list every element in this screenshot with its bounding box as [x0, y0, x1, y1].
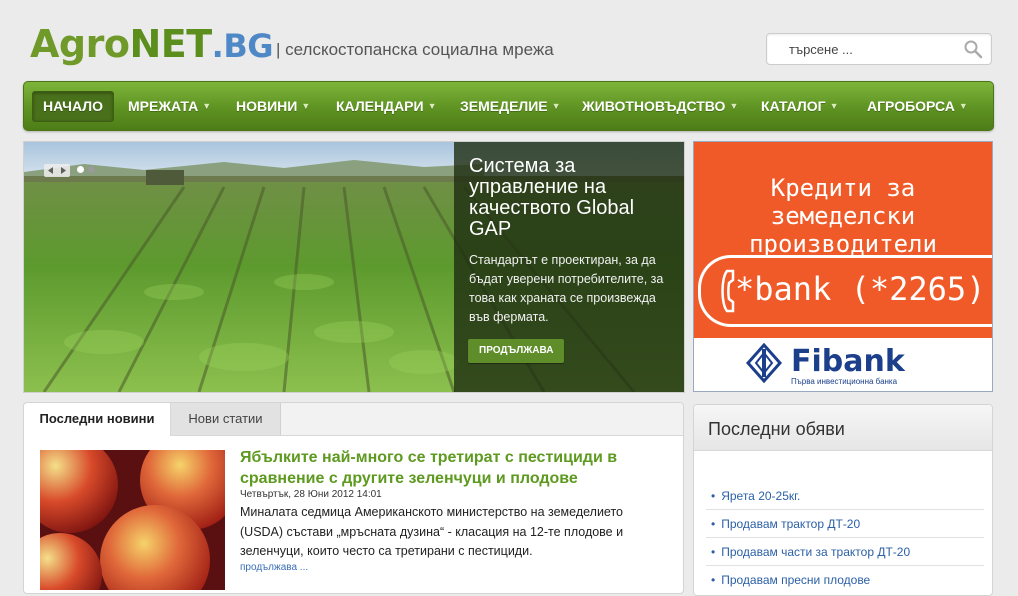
nav-item-news[interactable]: НОВИНИ ▼ — [236, 92, 310, 121]
nav-item-calendars[interactable]: КАЛЕНДАРИ ▼ — [336, 92, 437, 121]
ad-headline: Кредити за земеделски производители — [749, 174, 937, 258]
slider-dot[interactable] — [88, 166, 95, 173]
search-box — [766, 33, 992, 65]
chevron-down-icon: ▼ — [958, 101, 968, 111]
classified-item[interactable]: Продавам части за трактор ДТ-20 — [711, 545, 910, 559]
chevron-down-icon: ▼ — [427, 101, 437, 111]
chevron-down-icon: ▼ — [551, 101, 561, 111]
nav-item-home[interactable]: НАЧАЛО — [32, 91, 114, 122]
ad-phone-pill: *bank (*2265) — [698, 255, 992, 327]
chevron-down-icon: ▼ — [729, 101, 739, 111]
nav-item-agro-exchange[interactable]: АГРОБОРСА ▼ — [867, 92, 968, 121]
slide-title[interactable]: Система за управление на качеството Glob… — [469, 156, 674, 240]
nav-item-livestock[interactable]: ЖИВОТНОВЪДСТВО ▼ — [582, 92, 738, 121]
classified-item[interactable]: Продавам пресни плодове — [711, 573, 870, 587]
news-date: Четвъртък, 28 Юни 2012 14:01 — [240, 489, 382, 500]
classifieds-title: Последни обяви — [708, 419, 845, 439]
slider-arrows[interactable] — [44, 164, 70, 177]
logo-bg: .BG — [211, 27, 274, 65]
nav-item-agriculture[interactable]: ЗЕМЕДЕЛИЕ ▼ — [460, 92, 561, 121]
search-input[interactable] — [787, 34, 971, 64]
ad-brand-name: Fibank — [791, 344, 905, 379]
divider — [706, 537, 984, 538]
classifieds-header: Последни обяви — [694, 405, 992, 451]
slide-text: Стандартът е проектиран, за да бъдат уве… — [469, 253, 664, 324]
fibank-logo-icon — [746, 343, 782, 383]
news-panel: Последни новини Нови статии Ябълките най… — [23, 402, 684, 594]
chevron-down-icon: ▼ — [301, 101, 311, 111]
news-tabs: Последни новини Нови статии — [24, 403, 683, 436]
nav-item-network[interactable]: МРЕЖАТА ▼ — [128, 92, 211, 121]
nav-item-catalog[interactable]: КАТАЛОГ ▼ — [761, 92, 838, 121]
tab-new-articles[interactable]: Нови статии — [171, 403, 281, 435]
divider — [706, 509, 984, 510]
news-headline[interactable]: Ябълките най-много се третират с пестици… — [240, 447, 660, 489]
news-thumbnail[interactable] — [40, 450, 225, 590]
search-icon[interactable] — [963, 39, 983, 59]
slide-continue-button[interactable]: ПРОДЪЛЖАВА — [468, 339, 565, 363]
tab-latest-news[interactable]: Последни новини — [24, 403, 171, 436]
ad-brand-panel: Fibank Първа инвестиционна банка — [694, 338, 992, 391]
main-nav: НАЧАЛО МРЕЖАТА ▼ НОВИНИ ▼ КАЛЕНДАРИ ▼ ЗЕМЕД… — [23, 81, 994, 131]
chevron-down-icon: ▼ — [202, 101, 212, 111]
site-tagline: | селскостопанска социална мрежа — [276, 40, 554, 59]
chevron-down-icon: ▼ — [829, 101, 839, 111]
bank-advertisement[interactable]: Кредити за земеделски производители *ban… — [693, 141, 993, 392]
apples-image — [40, 450, 225, 590]
news-summary: Миналата седмица Американското министерс… — [240, 505, 624, 558]
featured-slider[interactable]: Система за управление на качеството Glob… — [23, 141, 685, 393]
ad-orange-panel: Кредити за земеделски производители *ban… — [694, 142, 992, 338]
ad-brand-subtitle: Първа инвестиционна банка — [791, 377, 898, 386]
slider-nav-arrows-icon — [48, 167, 66, 174]
slider-dot-active[interactable] — [77, 166, 84, 173]
classified-item[interactable]: Ярета 20-25кг. — [711, 489, 800, 503]
site-logo[interactable]: AgroNET.BG — [30, 22, 273, 68]
classifieds-panel: Последни обяви Ярета 20-25кг. Продавам т… — [693, 404, 993, 596]
ad-phone-number: *bank (*2265) — [735, 270, 986, 308]
logo-agro: Agro — [30, 22, 130, 66]
classified-item[interactable]: Продавам трактор ДТ-20 — [711, 517, 860, 531]
slide-caption: Система за управление на качеството Glob… — [454, 142, 684, 392]
divider — [706, 565, 984, 566]
logo-net: NET — [129, 22, 212, 66]
read-more-link[interactable]: продължава ... — [240, 562, 308, 573]
